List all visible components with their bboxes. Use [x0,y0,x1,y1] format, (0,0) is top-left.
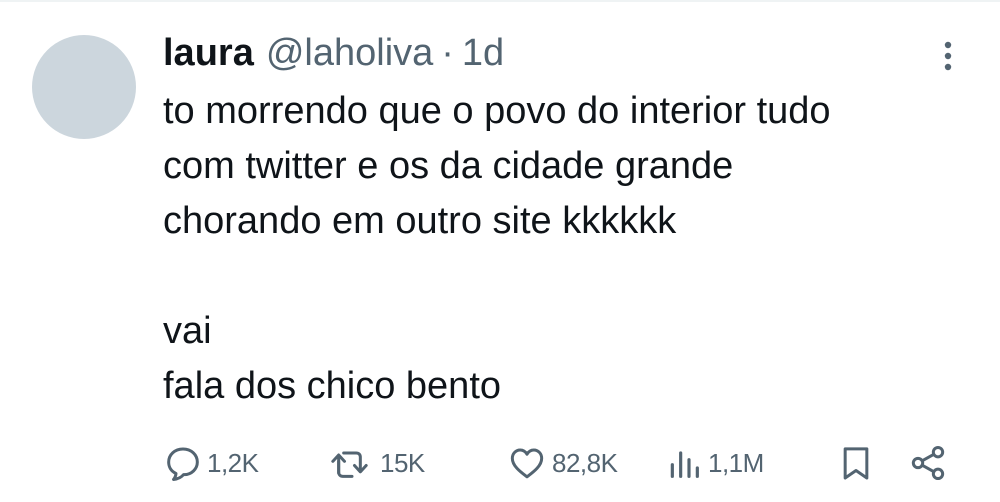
author-handle[interactable]: @laholiva [266,30,433,76]
retweet-button[interactable]: 15K [328,440,425,486]
views-icon [670,451,699,478]
tweet-text-line: vai [163,310,212,352]
bookmark-icon [843,447,869,480]
author-display-name[interactable]: laura [163,30,254,76]
tweet-text: to morrendo que o povo do interior tudo … [163,84,963,414]
header-separator: · [441,32,454,74]
share-icon [911,446,945,480]
more-options-button[interactable] [930,38,966,74]
views-button[interactable]: 1,1M [664,440,764,486]
top-divider [0,0,1000,2]
tweet-actions-bar: 1,2K 15K 82,8K 1,1M [0,440,1000,486]
tweet-text-line: com twitter e os da cidade grande [163,145,734,187]
tweet-text-line: to morrendo que o povo do interior tudo [163,90,831,132]
views-count: 1,1M [708,447,764,478]
tweet-header: laura @laholiva · 1d [163,30,504,76]
tweet-text-line: chorando em outro site kkkkkk [163,200,677,242]
tweet-timestamp[interactable]: 1d [462,30,504,76]
tweet-text-blank-line [163,249,963,304]
like-button[interactable]: 82,8K [506,440,618,486]
heart-icon [510,448,544,479]
reply-button[interactable]: 1,2K [163,440,259,486]
tweet-text-line: fala dos chico bento [163,365,502,407]
retweet-count: 15K [380,447,425,478]
share-button[interactable] [908,440,948,486]
like-count: 82,8K [552,447,618,478]
bookmark-button[interactable] [836,440,876,486]
reply-count: 1,2K [207,447,259,478]
retweet-icon [331,451,368,478]
avatar[interactable] [32,35,136,139]
reply-icon [167,447,199,481]
more-vertical-icon [944,41,952,71]
